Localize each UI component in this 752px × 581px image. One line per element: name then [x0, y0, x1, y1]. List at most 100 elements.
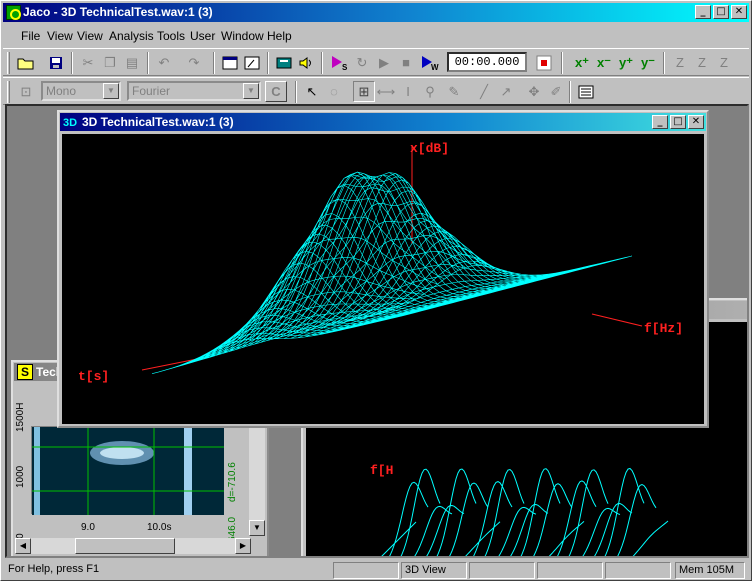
active-3d-window[interactable]: 3D 3D TechnicalTest.wav:1 (3) _ □ ✕ x[dB… [57, 110, 709, 428]
zoom-z1-icon[interactable]: Z [669, 52, 691, 73]
menu-help[interactable]: Help [267, 29, 292, 43]
app-title: Jaco - 3D TechnicalTest.wav:1 (3) [23, 5, 213, 19]
stop-icon[interactable]: ■ [395, 52, 417, 73]
channel-value: Mono [46, 84, 77, 98]
menu-file[interactable]: File [21, 29, 40, 43]
mdi-workspace: f[H S Tech 1500H 1000 9.0 10.0s d=-710.6… [5, 104, 749, 558]
status-view: 3D View [401, 562, 467, 579]
lasso-icon[interactable]: ◌ [323, 81, 345, 102]
save-icon[interactable] [45, 52, 67, 73]
svg-text:W: W [431, 63, 439, 71]
status-cell-4 [537, 562, 603, 579]
time-display[interactable]: 00:00.000 [447, 52, 527, 72]
child-minimize-button[interactable]: _ [652, 115, 668, 129]
axis-f-label: f[Hz] [644, 321, 683, 336]
zoom-select-icon[interactable] [241, 52, 263, 73]
brush-icon[interactable]: ✎ [443, 81, 465, 102]
app-window: Jaco - 3D TechnicalTest.wav:1 (3) _ □ ✕ … [0, 0, 752, 581]
v-measure-icon[interactable]: I [397, 81, 419, 102]
scroll-down-button[interactable]: ▼ [249, 520, 265, 536]
axis-t-label: t[s] [78, 369, 109, 384]
y-tick-1000: 1000 [15, 465, 26, 488]
toolbar-grip-2[interactable] [7, 81, 10, 103]
cut-icon[interactable]: ✂ [77, 52, 99, 73]
child-close-button[interactable]: ✕ [688, 115, 704, 129]
menu-view-1[interactable]: View [47, 29, 73, 43]
maximize-button[interactable]: □ [713, 5, 729, 19]
play-s-icon[interactable]: S [329, 52, 351, 73]
y-tick-1500: 1500H [15, 402, 26, 432]
play-w-icon[interactable]: W [419, 52, 441, 73]
spectrogram-image [32, 427, 224, 515]
axis-f-line [591, 313, 643, 327]
line-icon[interactable]: ╱ [473, 81, 495, 102]
status-cell-3 [469, 562, 535, 579]
hand-icon[interactable] [273, 52, 295, 73]
child-maximize-button[interactable]: □ [670, 115, 686, 129]
menu-user[interactable]: User [190, 29, 215, 43]
info-panel-icon[interactable] [575, 81, 597, 102]
open-folder-icon[interactable] [15, 52, 37, 73]
y-minus-icon[interactable]: y⁻ [637, 52, 659, 73]
c-button[interactable]: C [265, 81, 287, 102]
zoom-z3-icon[interactable]: Z [713, 52, 735, 73]
select-box-icon[interactable]: ⊞ [353, 81, 375, 102]
status-help: For Help, press F1 [8, 563, 100, 575]
eyedropper-icon[interactable]: ✥ [523, 81, 545, 102]
main-toolbar: ✂ ❐ ▤ ↶ ↷ S ↻ ▶ ■ W 00:00.000 x⁺ x⁻ y⁺ y… [3, 48, 749, 76]
status-memory: Mem 105M [675, 562, 745, 579]
x-plus-icon[interactable]: x⁺ [571, 52, 593, 73]
chevron-down-icon[interactable]: ▼ [243, 83, 259, 99]
x-minus-icon[interactable]: x⁻ [593, 52, 615, 73]
method-select[interactable]: Fourier ▼ [127, 81, 261, 101]
cursor-readout: d=-710.6 [227, 462, 238, 502]
scroll-left-button[interactable]: ◀ [15, 538, 31, 554]
h-measure-icon[interactable]: ⟷ [375, 81, 397, 102]
zoom-window-icon[interactable] [219, 52, 241, 73]
app-logo-icon [6, 5, 21, 20]
scroll-thumb[interactable] [75, 538, 175, 554]
record-icon[interactable] [533, 52, 555, 73]
scroll-right-button[interactable]: ▶ [235, 538, 251, 554]
undo-icon[interactable]: ↶ [153, 52, 175, 73]
menu-view-2[interactable]: View [77, 29, 103, 43]
active-3d-title: 3D TechnicalTest.wav:1 (3) [82, 115, 234, 129]
status-cell-5 [605, 562, 671, 579]
curve-icon[interactable]: ↗ [495, 81, 517, 102]
loop-icon[interactable]: ↻ [351, 52, 373, 73]
paste-icon[interactable]: ▤ [121, 52, 143, 73]
active-3d-canvas[interactable]: x[dB] f[Hz] t[s] [62, 134, 704, 424]
3d-logo-icon: 3D [63, 117, 78, 129]
active-3d-titlebar[interactable]: 3D 3D TechnicalTest.wav:1 (3) _ □ ✕ [60, 113, 706, 131]
mesh-plot: x[dB] f[Hz] t[s] [78, 141, 683, 384]
copy-icon[interactable]: ❐ [99, 52, 121, 73]
status-bar: For Help, press F1 3D View Mem 105M [3, 561, 749, 580]
wireframe-surface [151, 171, 633, 374]
close-button[interactable]: ✕ [731, 5, 747, 19]
speaker-icon[interactable] [295, 52, 317, 73]
status-cell-1 [333, 562, 399, 579]
analysis-toolbar: ⊡ Mono ▼ Fourier ▼ C ↖ ◌ ⊞ ⟷ I ⚲ ✎ ╱ ↗ ✥ ✐ [3, 77, 749, 105]
menu-window[interactable]: Window [221, 29, 264, 43]
menu-tools[interactable]: Tools [157, 29, 185, 43]
back-wireframe-surface [381, 467, 669, 556]
minimize-button[interactable]: _ [695, 5, 711, 19]
x-tick-10: 10.0s [147, 522, 172, 533]
spectrogram-plot [31, 426, 224, 515]
menu-analysis[interactable]: Analysis [109, 29, 154, 43]
spectrogram-logo-icon: S [17, 364, 33, 380]
chevron-down-icon[interactable]: ▼ [103, 83, 119, 99]
play-icon[interactable]: ▶ [373, 52, 395, 73]
zoom-z2-icon[interactable]: Z [691, 52, 713, 73]
back-axis-f-label: f[H [370, 463, 393, 478]
horizontal-scrollbar[interactable]: ◀ ▶ [15, 538, 251, 554]
redo-icon[interactable]: ↷ [183, 52, 205, 73]
pencil-icon[interactable]: ✐ [545, 81, 567, 102]
toolbar-grip[interactable] [7, 52, 10, 74]
magnify-icon[interactable]: ⚲ [419, 81, 441, 102]
y-plus-icon[interactable]: y⁺ [615, 52, 637, 73]
channel-select[interactable]: Mono ▼ [41, 81, 121, 101]
x-tick-9: 9.0 [81, 522, 95, 533]
pointer-icon[interactable]: ↖ [301, 81, 323, 102]
channel-icon[interactable]: ⊡ [15, 81, 37, 102]
